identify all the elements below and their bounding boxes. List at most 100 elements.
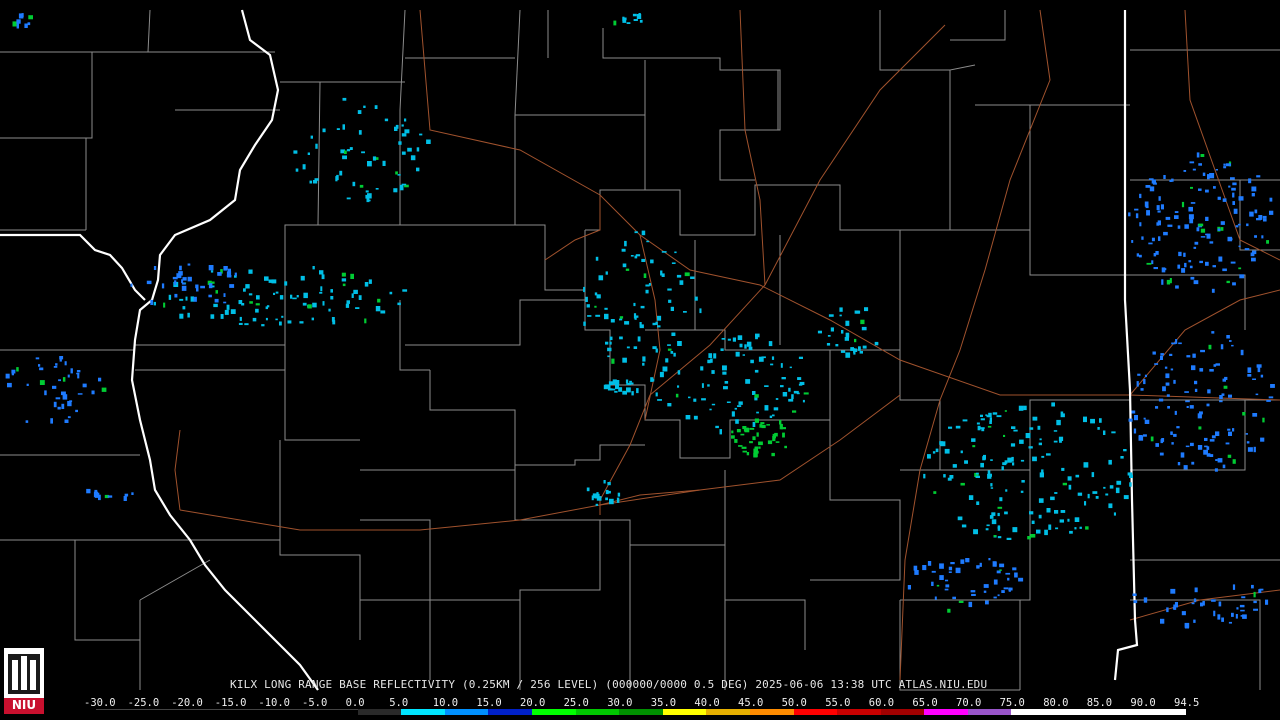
- echo-pixel: [1253, 608, 1258, 611]
- echo-pixel: [16, 367, 19, 372]
- echo-pixel: [970, 590, 976, 593]
- echo-pixel: [307, 304, 312, 309]
- echo-pixel: [1218, 256, 1223, 262]
- echo-pixel: [760, 422, 765, 425]
- echo-pixel: [1204, 445, 1208, 448]
- echo-pixel: [629, 380, 632, 383]
- echo-pixel: [1214, 468, 1218, 472]
- echo-pixel: [768, 341, 773, 347]
- scale-segment: [1011, 709, 1056, 715]
- echo-pixel: [1004, 460, 1008, 464]
- echo-pixel: [1164, 366, 1168, 369]
- echo-pixel: [650, 377, 654, 382]
- echo-pixel: [980, 462, 984, 468]
- echo-pixel: [927, 561, 932, 566]
- echo-pixel: [398, 141, 402, 145]
- echo-pixel: [358, 295, 362, 300]
- scale-segment: [357, 709, 402, 715]
- echo-pixel: [1244, 248, 1250, 251]
- echo-pixel: [1167, 406, 1170, 409]
- echo-pixel: [860, 319, 865, 325]
- echo-pixel: [397, 174, 401, 176]
- echo-pixel: [375, 157, 379, 160]
- echo-pixel: [1226, 280, 1230, 284]
- echo-pixel: [875, 342, 879, 345]
- echo-pixel: [779, 423, 783, 430]
- echo-pixel: [39, 367, 44, 371]
- echo-pixel: [1181, 268, 1186, 273]
- echo-pixel: [1200, 602, 1204, 607]
- reflectivity-color-scale: -30.0 -25.0 -20.0 -15.0 -10.0 -5.0 0.0 5.0 10.0 1…: [84, 697, 1200, 719]
- echo-pixel: [273, 292, 276, 295]
- echo-pixel: [1177, 462, 1181, 466]
- scale-label: 30.0: [607, 697, 633, 709]
- echo-pixel: [1030, 534, 1036, 538]
- echo-pixel: [1150, 436, 1154, 442]
- echo-pixel: [1155, 406, 1159, 409]
- echo-pixel: [163, 302, 166, 308]
- echo-pixel: [223, 301, 227, 304]
- echo-pixel: [70, 368, 73, 374]
- echo-pixel: [307, 152, 310, 155]
- echo-pixel: [715, 425, 719, 429]
- echo-pixel: [993, 535, 997, 537]
- echo-pixel: [859, 351, 863, 354]
- echo-pixel: [618, 387, 623, 392]
- echo-pixel: [798, 383, 803, 386]
- echo-pixel: [779, 419, 782, 425]
- echo-pixel: [336, 128, 340, 130]
- echo-pixel: [756, 411, 759, 414]
- echo-pixel: [1253, 591, 1256, 598]
- echo-pixel: [773, 407, 779, 411]
- echo-pixel: [187, 263, 191, 266]
- echo-pixel: [608, 381, 613, 385]
- echo-pixel: [1199, 411, 1203, 415]
- echo-pixel: [990, 487, 994, 489]
- echo-pixel: [625, 268, 630, 271]
- echo-pixel: [764, 405, 769, 411]
- echo-pixel: [1005, 572, 1011, 575]
- echo-pixel: [1185, 445, 1190, 448]
- echo-pixel: [174, 280, 177, 286]
- echo-pixel: [226, 304, 230, 310]
- echo-pixel: [168, 294, 172, 300]
- echo-pixel: [1200, 154, 1205, 157]
- echo-pixel: [293, 150, 298, 154]
- echo-pixel: [16, 19, 21, 24]
- echo-pixel: [1062, 482, 1067, 486]
- scale-segment: [967, 709, 1012, 715]
- echo-pixel: [610, 319, 615, 323]
- echo-pixel: [131, 492, 134, 495]
- echo-pixel: [944, 448, 950, 454]
- echo-pixel: [1171, 442, 1174, 445]
- echo-pixel: [960, 450, 963, 454]
- echo-pixel: [997, 506, 1003, 509]
- echo-pixel: [634, 315, 639, 318]
- echo-pixel: [1256, 175, 1261, 178]
- echo-pixel: [755, 450, 759, 454]
- echo-pixel: [319, 270, 324, 275]
- echo-pixel: [952, 464, 957, 468]
- echo-pixel: [342, 97, 347, 101]
- echo-pixel: [1141, 236, 1144, 240]
- echo-pixel: [1007, 457, 1012, 463]
- echo-pixel: [948, 571, 952, 573]
- echo-pixel: [671, 262, 676, 264]
- echo-pixel: [1175, 339, 1178, 344]
- echo-pixel: [968, 601, 973, 608]
- echo-pixel: [401, 124, 404, 127]
- echo-pixel: [780, 363, 783, 368]
- echo-pixel: [357, 110, 362, 114]
- scale-segment: [880, 709, 925, 715]
- echo-pixel: [988, 473, 992, 477]
- echo-pixel: [321, 274, 325, 280]
- echo-pixel: [734, 439, 738, 443]
- echo-pixel: [758, 441, 763, 446]
- echo-pixel: [596, 294, 601, 299]
- echo-pixel: [835, 344, 839, 347]
- echo-pixel: [1165, 382, 1170, 386]
- echo-pixel: [633, 19, 638, 21]
- echo-pixel: [624, 240, 627, 247]
- echo-pixel: [611, 358, 615, 364]
- echo-pixel: [1169, 353, 1173, 356]
